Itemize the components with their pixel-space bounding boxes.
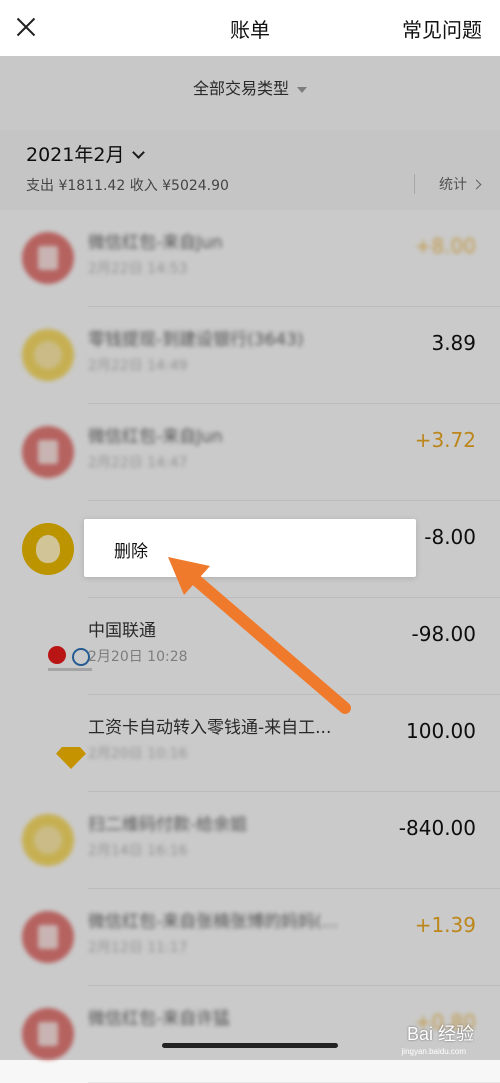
- pointer-arrow: [168, 557, 351, 714]
- baidu-watermark: Bai 经验: [406, 1024, 474, 1044]
- arrow-shaft: [190, 574, 351, 714]
- baidu-watermark-url: jingyan.baidu.com: [401, 1047, 466, 1056]
- home-indicator[interactable]: [162, 1043, 338, 1048]
